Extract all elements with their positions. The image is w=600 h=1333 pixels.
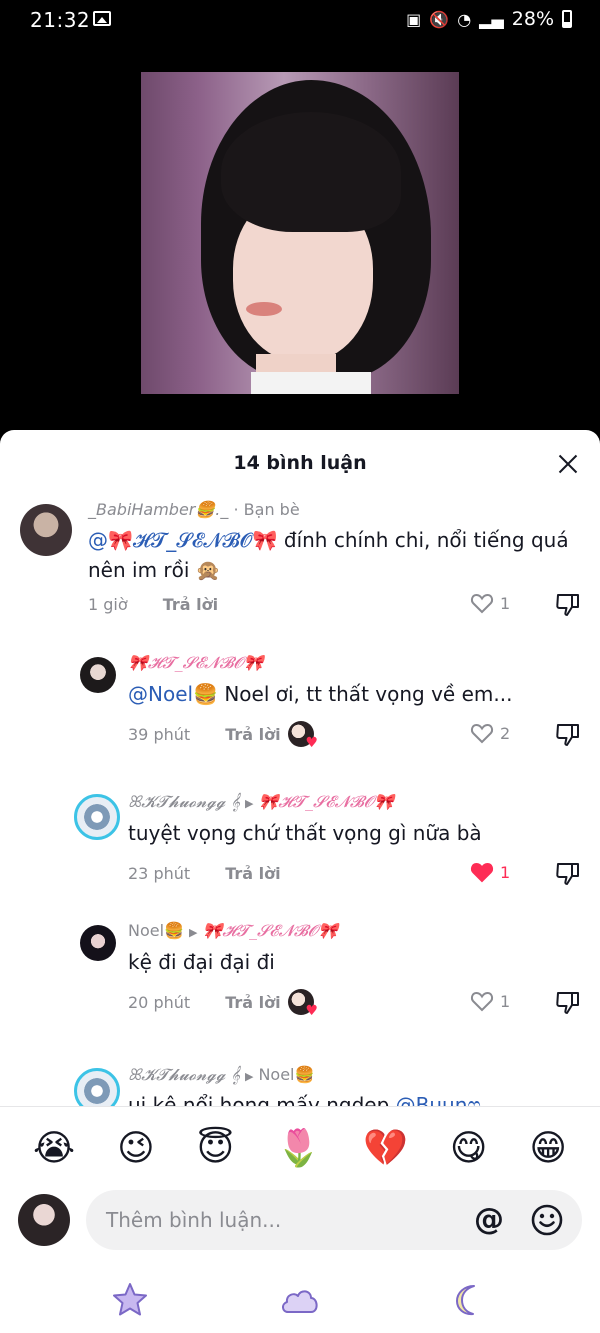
heart-icon bbox=[470, 593, 494, 614]
battery-icon bbox=[562, 10, 572, 28]
comment-time: 23 phút bbox=[128, 864, 191, 883]
like-button[interactable]: 1 bbox=[470, 592, 510, 614]
heart-icon bbox=[470, 723, 494, 744]
reply-arrow-icon: ▶ bbox=[188, 926, 198, 939]
emoji-crying[interactable]: 😭 bbox=[33, 1129, 75, 1169]
comment-username[interactable]: ꕤ𝓚𝓣𝓱𝓾𝓸𝓷𝓰𝓰 𝄞 ▶ 🎀𝓗𝓣_𝓢𝓔𝓝𝓑𝓞🎀 bbox=[128, 792, 394, 812]
comment-meta: 39 phút Trả lời bbox=[128, 725, 281, 744]
comment-text: ui kệ nổi hong mấy ngdep @Buunෆ bbox=[128, 1090, 568, 1106]
reply-arrow-icon: ▶ bbox=[244, 797, 254, 810]
comment-time: 1 giờ bbox=[88, 595, 128, 614]
comment-text: kệ đi đại đại đi bbox=[128, 950, 275, 974]
dislike-icon[interactable] bbox=[555, 861, 581, 887]
comment-meta: 23 phút Trả lời bbox=[128, 864, 281, 883]
avatar[interactable] bbox=[20, 504, 72, 556]
reply-item: Noel🍔 ▶ 🎀𝓗𝓣_𝓢𝓔𝓝𝓑𝓞🎀 kệ đi đại đại đi 20 phú… bbox=[0, 915, 600, 1045]
comment-username[interactable]: ꕤ𝓚𝓣𝓱𝓾𝓸𝓷𝓰𝓰 𝄞 ▶ Noel🍔 bbox=[128, 1065, 314, 1085]
comment-text: @Noel🍔 Noel ơi, tt thất vọng về em... bbox=[128, 682, 513, 706]
reply-item: ꕤ𝓚𝓣𝓱𝓾𝓸𝓷𝓰𝓰 𝄞 ▶ Noel🍔 ui kệ nổi hong mấy ngd… bbox=[0, 1050, 600, 1106]
comment-meta: 1 giờ Trả lời bbox=[88, 595, 218, 614]
comment-text: tuyệt vọng chứ thất vọng gì nữa bà bbox=[128, 821, 482, 845]
star-icon[interactable] bbox=[110, 1280, 150, 1320]
comment-time: 39 phút bbox=[128, 725, 191, 744]
wifi-icon: ◔ bbox=[457, 9, 472, 29]
emoji-tulip[interactable]: 🌷 bbox=[276, 1129, 321, 1169]
smile-icon[interactable] bbox=[530, 1203, 564, 1237]
creator-liked-badge bbox=[288, 989, 318, 1019]
avatar[interactable] bbox=[74, 794, 120, 840]
comment-list[interactable]: _BabiHamber🍔._ · Bạn bè @🎀𝓗𝓣_𝓢𝓔𝓝𝓑𝓞🎀 đính… bbox=[0, 490, 600, 1106]
dislike-icon[interactable] bbox=[555, 990, 581, 1016]
comment-input-placeholder: Thêm bình luận... bbox=[106, 1208, 282, 1232]
status-bar: 21:32 ▣ 🔇 ◔ ▂▄ 28% bbox=[0, 0, 600, 40]
comments-sheet: 14 bình luận _BabiHamber🍔._ · Bạn bè @🎀𝓗… bbox=[0, 430, 600, 1333]
cloud-icon[interactable] bbox=[278, 1280, 322, 1320]
avatar[interactable] bbox=[74, 1068, 120, 1106]
close-icon[interactable] bbox=[556, 452, 580, 476]
creator-liked-badge bbox=[288, 721, 318, 751]
at-icon[interactable]: @ bbox=[474, 1202, 504, 1237]
mention-link[interactable]: @Buunෆ bbox=[396, 1093, 481, 1106]
quick-emoji-bar: 😭 😉 😇 🌷 💔 😋 😁 bbox=[0, 1122, 600, 1176]
divider bbox=[0, 1106, 600, 1107]
gallery-notification-icon bbox=[93, 11, 111, 26]
emoji-halo[interactable]: 😇 bbox=[197, 1129, 235, 1169]
mute-icon: 🔇 bbox=[429, 9, 450, 29]
moon-icon[interactable] bbox=[448, 1280, 488, 1320]
reply-button[interactable]: Trả lời bbox=[225, 993, 280, 1012]
like-button[interactable]: 1 bbox=[470, 861, 510, 883]
like-count: 1 bbox=[500, 862, 511, 882]
battery-level: 28% bbox=[511, 8, 554, 30]
reply-item: 🎀𝓗𝓣_𝓢𝓔𝓝𝓑𝓞🎀 @Noel🍔 Noel ơi, tt thất vọng … bbox=[0, 645, 600, 775]
dislike-icon[interactable] bbox=[555, 592, 581, 618]
video-thumbnail[interactable] bbox=[141, 72, 459, 394]
reply-button[interactable]: Trả lời bbox=[225, 864, 280, 883]
avatar[interactable] bbox=[80, 925, 116, 961]
my-avatar[interactable] bbox=[18, 1194, 70, 1246]
heart-icon bbox=[470, 991, 494, 1012]
emoji-yum[interactable]: 😋 bbox=[450, 1129, 488, 1169]
signal-icon: ▂▄ bbox=[479, 9, 504, 29]
reply-button[interactable]: Trả lời bbox=[163, 595, 218, 614]
comment-username[interactable]: 🎀𝓗𝓣_𝓢𝓔𝓝𝓑𝓞🎀 bbox=[128, 653, 264, 673]
mention-link[interactable]: @🎀𝓗𝓣_𝓢𝓔𝓝𝓑𝓞🎀 bbox=[88, 528, 278, 552]
like-button[interactable]: 2 bbox=[470, 722, 510, 744]
avatar[interactable] bbox=[80, 657, 116, 693]
reply-button[interactable]: Trả lời bbox=[225, 725, 280, 744]
like-count: 1 bbox=[500, 593, 511, 613]
emoji-wink[interactable]: 😉 bbox=[117, 1129, 155, 1169]
comment-input[interactable]: Thêm bình luận... @ bbox=[86, 1190, 582, 1250]
mention-link[interactable]: @Noel🍔 bbox=[128, 682, 218, 706]
dislike-icon[interactable] bbox=[555, 722, 581, 748]
emoji-broken-heart[interactable]: 💔 bbox=[363, 1129, 408, 1169]
no-sim-icon: ▣ bbox=[406, 9, 422, 29]
like-count: 1 bbox=[500, 991, 511, 1011]
reply-arrow-icon: ▶ bbox=[244, 1070, 254, 1083]
sheet-title: 14 bình luận bbox=[233, 452, 367, 474]
reply-item: ꕤ𝓚𝓣𝓱𝓾𝓸𝓷𝓰𝓰 𝄞 ▶ 🎀𝓗𝓣_𝓢𝓔𝓝𝓑𝓞🎀 tuyệt vọng chứ th… bbox=[0, 780, 600, 910]
comment-username[interactable]: _BabiHamber🍔._ · Bạn bè bbox=[88, 500, 300, 519]
bottom-nav bbox=[0, 1276, 600, 1326]
heart-icon-active bbox=[470, 862, 494, 883]
comment-text: @🎀𝓗𝓣_𝓢𝓔𝓝𝓑𝓞🎀 đính chính chi, nổi tiếng qu… bbox=[88, 528, 569, 582]
comment-username[interactable]: Noel🍔 ▶ 🎀𝓗𝓣_𝓢𝓔𝓝𝓑𝓞🎀 bbox=[128, 921, 338, 941]
comment-meta: 20 phút Trả lời bbox=[128, 993, 281, 1012]
like-count: 2 bbox=[500, 723, 511, 743]
like-button[interactable]: 1 bbox=[470, 990, 510, 1012]
comment-input-row: Thêm bình luận... @ bbox=[0, 1188, 600, 1254]
emoji-grin[interactable]: 😁 bbox=[529, 1129, 567, 1169]
comment-item: _BabiHamber🍔._ · Bạn bè @🎀𝓗𝓣_𝓢𝓔𝓝𝓑𝓞🎀 đính… bbox=[0, 490, 600, 640]
status-right: ▣ 🔇 ◔ ▂▄ 28% bbox=[406, 8, 572, 30]
status-time: 21:32 bbox=[30, 8, 91, 32]
comment-time: 20 phút bbox=[128, 993, 191, 1012]
